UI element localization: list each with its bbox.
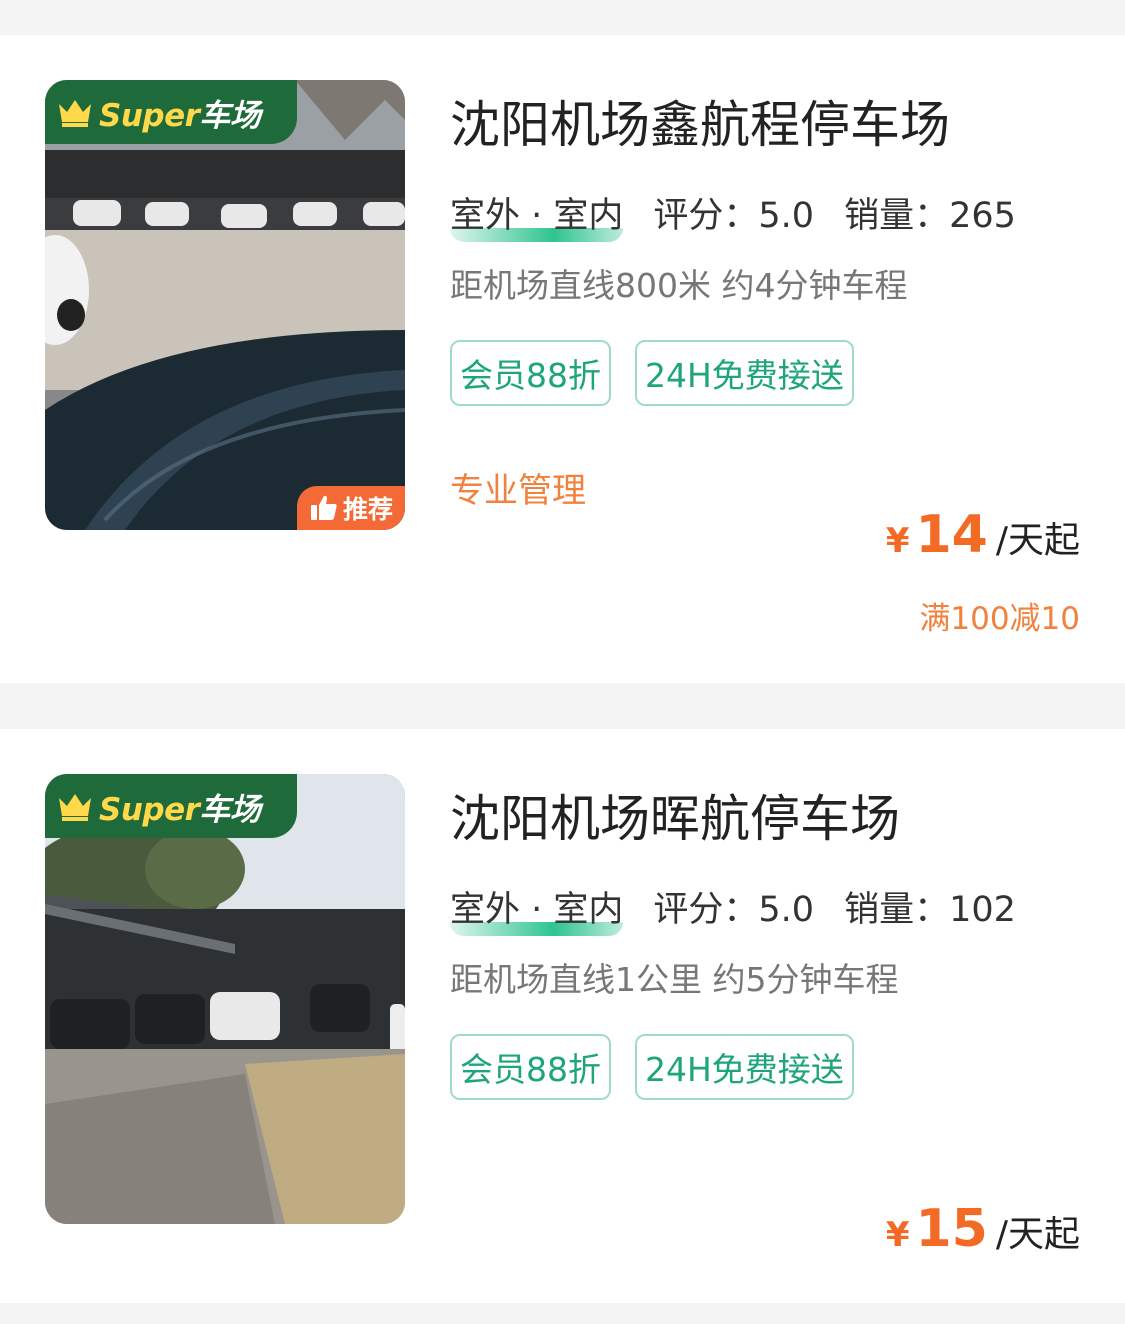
- price-unit: /天起: [995, 1214, 1080, 1255]
- rating: 评分：5.0: [653, 890, 815, 930]
- price-unit: /天起: [995, 520, 1080, 561]
- discount-text: 满100减10: [919, 601, 1080, 637]
- parking-type-label: 室外 · 室内: [450, 890, 624, 930]
- currency-symbol: ¥: [885, 521, 910, 561]
- crown-icon: [59, 100, 91, 127]
- tag-member-discount: 会员88折: [450, 340, 611, 406]
- parking-card[interactable]: Super车场 推荐 沈阳机场鑫航程停车场 室外 · 室内 评分：5.0 销量：2…: [0, 35, 1125, 683]
- super-parking-badge: Super车场: [45, 80, 297, 144]
- parking-type-label: 室外 · 室内: [450, 196, 624, 236]
- recommend-label: 推荐: [342, 495, 393, 524]
- tag-list: 会员88折 24H免费接送: [450, 1034, 878, 1100]
- parking-photo-image: [45, 774, 405, 1224]
- parking-meta: 室外 · 室内 评分：5.0 销量：265: [450, 187, 1046, 242]
- tag-list: 会员88折 24H免费接送: [450, 340, 878, 406]
- price: ¥15/天起: [886, 1199, 1080, 1259]
- sales-count: 销量：102: [844, 890, 1016, 930]
- distance-info: 距机场直线800米 约4分钟车程: [450, 266, 908, 305]
- parking-list: Super车场 推荐 沈阳机场鑫航程停车场 室外 · 室内 评分：5.0 销量：2…: [0, 0, 1125, 1324]
- super-badge-text: Super车场: [99, 791, 261, 828]
- tag-free-shuttle: 24H免费接送: [635, 340, 854, 406]
- parking-type: 室外 · 室内: [450, 881, 624, 936]
- parking-card[interactable]: Super车场 沈阳机场晖航停车场 室外 · 室内 评分：5.0 销量：102 距…: [0, 729, 1125, 1303]
- rating: 评分：5.0: [653, 196, 815, 236]
- parking-name[interactable]: 沈阳机场鑫航程停车场: [450, 85, 950, 157]
- sales-count: 销量：265: [844, 196, 1016, 236]
- currency-symbol: ¥: [885, 1215, 910, 1255]
- price: ¥14/天起: [886, 505, 1080, 565]
- tag-free-shuttle: 24H免费接送: [635, 1034, 854, 1100]
- thumbs-up-icon: [310, 495, 337, 520]
- parking-meta: 室外 · 室内 评分：5.0 销量：102: [450, 881, 1046, 936]
- parking-type: 室外 · 室内: [450, 187, 624, 242]
- crown-icon: [59, 794, 91, 821]
- parking-photo[interactable]: Super车场 推荐: [45, 80, 405, 530]
- distance-info: 距机场直线1公里 约5分钟车程: [450, 960, 899, 999]
- price-amount: 14: [915, 505, 988, 565]
- price-amount: 15: [915, 1199, 988, 1259]
- feature-text: 专业管理: [450, 471, 586, 511]
- parking-photo-image: [45, 80, 405, 530]
- recommend-badge: 推荐: [297, 486, 405, 530]
- super-parking-badge: Super车场: [45, 774, 297, 838]
- super-badge-text: Super车场: [99, 97, 261, 134]
- tag-member-discount: 会员88折: [450, 1034, 611, 1100]
- parking-name[interactable]: 沈阳机场晖航停车场: [450, 779, 900, 851]
- parking-photo[interactable]: Super车场: [45, 774, 405, 1224]
